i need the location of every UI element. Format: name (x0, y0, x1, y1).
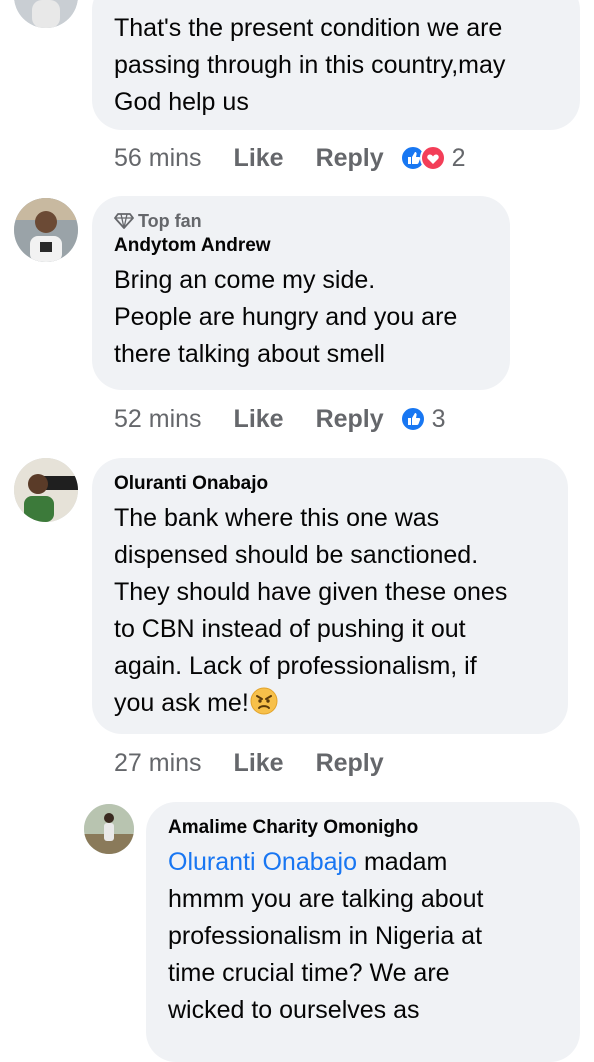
badge-label: Top fan (138, 211, 202, 231)
person-photo-icon (14, 198, 78, 262)
like-button[interactable]: Like (234, 144, 284, 173)
comment-text: Bring an come my side. People are hungry… (114, 262, 488, 373)
comment-time[interactable]: 56 mins (114, 144, 202, 173)
like-button[interactable]: Like (234, 749, 284, 778)
comment-line: Bring an come my side. (114, 266, 376, 294)
comment-actions: 52 mins Like Reply 3 (114, 401, 446, 437)
top-fan-badge: Top fan (114, 210, 488, 232)
comment-line: They should have given these ones (114, 578, 508, 606)
mention-link[interactable]: Oluranti Onabajo (168, 848, 357, 876)
comment-bubble: That's the present condition we are pass… (92, 0, 580, 130)
reaction-summary[interactable]: 3 (399, 404, 446, 434)
reaction-count: 2 (451, 143, 466, 172)
comment-line: God help us (114, 88, 249, 116)
comment-line: That's the present condition we are (114, 14, 503, 42)
comment-line: to CBN instead of pushing it out (114, 615, 466, 643)
comment-line: The bank where this one was (114, 504, 440, 532)
comment-line: you ask me! (114, 685, 546, 722)
commenter-avatar[interactable] (14, 198, 78, 262)
comment-line: dispensed should be sanctioned. (114, 541, 479, 569)
comment-bubble: Top fan Andytom Andrew Bring an come my … (92, 196, 510, 390)
comment-line-text: you ask me! (114, 689, 249, 717)
reply-button[interactable]: Reply (316, 749, 384, 778)
comment-line: wicked to ourselves as (168, 996, 420, 1024)
person-photo-icon (14, 458, 78, 522)
comment-line: there talking about smell (114, 340, 385, 368)
reply-bubble: Amalime Charity Omonigho Oluranti Onabaj… (146, 802, 580, 1062)
reply-button[interactable]: Reply (316, 144, 384, 173)
comment-line: professionalism in Nigeria at (168, 922, 483, 950)
diamond-icon (114, 213, 134, 229)
comment-line: again. Lack of professionalism, if (114, 652, 477, 680)
commenter-avatar[interactable] (14, 0, 78, 28)
person-photo-icon (14, 0, 78, 28)
comment-line: time crucial time? We are (168, 959, 450, 987)
comment-text: That's the present condition we are pass… (114, 10, 558, 121)
comment-line: passing through in this country,may (114, 51, 506, 79)
comment-line-text: madam (357, 848, 448, 876)
author-name[interactable]: Amalime Charity Omonigho (168, 816, 558, 840)
angry-face-emoji (250, 687, 278, 715)
comment-bubble: Oluranti Onabajo The bank where this one… (92, 458, 568, 734)
comment-line: Oluranti Onabajo madam (168, 844, 558, 881)
like-button[interactable]: Like (234, 405, 284, 434)
reaction-count: 3 (431, 404, 446, 433)
reaction-summary[interactable]: 2 (399, 143, 466, 173)
comment-time[interactable]: 27 mins (114, 749, 202, 778)
comment-actions: 27 mins Like Reply (114, 745, 384, 781)
reply-button[interactable]: Reply (316, 405, 384, 434)
comment-text: Oluranti Onabajo madam hmmm you are talk… (168, 844, 558, 1029)
comment-line: hmmm you are talking about (168, 885, 484, 913)
love-icon (419, 145, 446, 171)
like-icon (399, 406, 426, 432)
commenter-avatar[interactable] (84, 804, 134, 854)
author-name[interactable]: Oluranti Onabajo (114, 472, 546, 496)
commenter-avatar[interactable] (14, 458, 78, 522)
comment-text: The bank where this one was dispensed sh… (114, 500, 546, 722)
comment-time[interactable]: 52 mins (114, 405, 202, 434)
comment-actions: 56 mins Like Reply 2 (114, 140, 466, 176)
comment-line: People are hungry and you are (114, 303, 458, 331)
person-photo-icon (84, 804, 134, 854)
author-name[interactable]: Andytom Andrew (114, 234, 488, 258)
